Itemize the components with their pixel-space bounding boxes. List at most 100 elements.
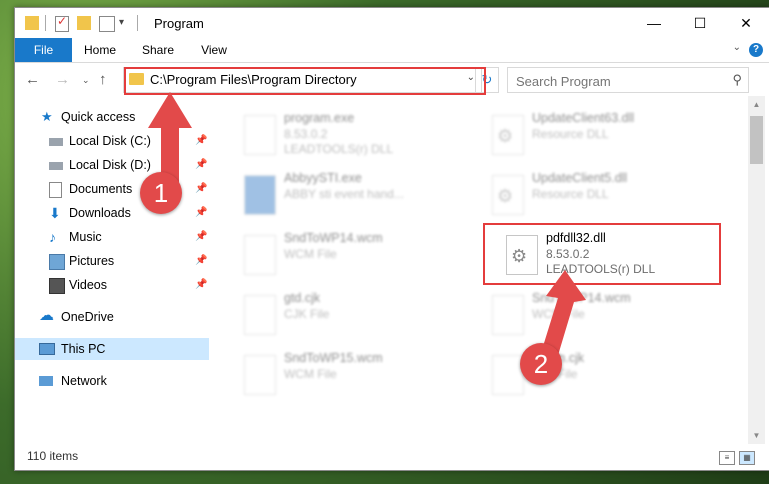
file-item[interactable]: gtd.cjk CJK File (238, 287, 478, 343)
chevron-down-icon[interactable]: ⌄ (82, 75, 90, 86)
window-title: Program (154, 16, 204, 31)
back-arrow-icon[interactable]: ← (25, 71, 40, 88)
minimize-button[interactable]: — (631, 8, 677, 38)
pictures-icon (49, 254, 65, 270)
refresh-icon: ↻ (481, 72, 493, 87)
sidebar-item-label: Quick access (61, 110, 136, 124)
address-path[interactable]: C:\Program Files\Program Directory (150, 72, 357, 87)
sidebar-item-label: Network (61, 374, 107, 388)
navigation-bar: ← → ⌄ ↑ C:\Program Files\Program Directo… (15, 63, 769, 95)
download-icon: ⬇ (49, 205, 61, 221)
sidebar-item-pictures[interactable]: Pictures 📌 (15, 250, 209, 272)
explorer-window: ✓ ▾ Program — ☐ ✕ File Home Share View ⌄… (14, 7, 769, 471)
sidebar-item-onedrive[interactable]: ☁ OneDrive (15, 306, 209, 328)
file-item[interactable]: AbbyySTI.exe ABBY sti event hand... (238, 167, 478, 223)
file-name: SndToWP15.wcm (284, 351, 383, 365)
file-name: UpdateClient63.dll (532, 111, 635, 125)
customize-icon[interactable] (99, 16, 115, 32)
file-item[interactable]: UpdateClient63.dll Resource DLL (486, 107, 726, 163)
videos-icon (49, 278, 65, 294)
pin-icon[interactable]: 📌 (195, 202, 207, 224)
scroll-up-icon[interactable]: ▲ (748, 96, 765, 113)
file-item[interactable]: SndToWP15.wcm WCM File (238, 347, 478, 403)
exe-file-icon (244, 115, 276, 155)
search-icon[interactable]: ⚲ (732, 72, 742, 88)
new-folder-icon[interactable] (77, 16, 91, 30)
sidebar-item-videos[interactable]: Videos 📌 (15, 274, 209, 296)
sidebar-item-this-pc[interactable]: This PC (15, 338, 209, 360)
chevron-down-icon[interactable]: ▾ (119, 17, 124, 33)
pin-icon[interactable]: 📌 (195, 250, 207, 272)
sidebar-item-label: Music (69, 230, 102, 244)
file-item[interactable]: UpdateClient5.dll Resource DLL (486, 167, 726, 223)
sidebar-item-label: Videos (69, 278, 107, 292)
tab-file[interactable]: File (15, 38, 72, 62)
forward-arrow-icon[interactable]: → (55, 71, 70, 88)
tab-share[interactable]: Share (133, 38, 183, 62)
search-input[interactable] (514, 70, 718, 92)
sidebar-item-label: Local Disk (D:) (69, 158, 151, 172)
status-item-count: 110 items (27, 449, 79, 463)
step-badge-2: 2 (520, 343, 562, 385)
file-name: gtd.cjk (284, 291, 321, 305)
scroll-down-icon[interactable]: ▼ (748, 427, 765, 444)
ribbon-tabs: File Home Share View ⌄ ? (15, 38, 769, 63)
search-box[interactable]: ⚲ (507, 67, 749, 93)
separator (45, 15, 46, 31)
file-name: AbbyySTI.exe (284, 171, 362, 185)
help-icon[interactable]: ? (749, 43, 763, 57)
pin-icon[interactable]: 📌 (195, 226, 207, 248)
file-description: ABBY sti event hand... (284, 187, 404, 201)
pin-icon[interactable]: 📌 (195, 274, 207, 296)
scroll-thumb[interactable] (750, 116, 763, 164)
details-view-icon[interactable]: ≡ (719, 451, 735, 465)
separator (137, 15, 138, 31)
computer-icon (39, 343, 55, 355)
file-type: Resource DLL (532, 187, 609, 201)
dll-file-icon (492, 175, 524, 215)
address-bar[interactable]: C:\Program Files\Program Directory ⌄ (123, 67, 482, 93)
sidebar-item-label: This PC (61, 342, 106, 356)
drive-icon (49, 162, 63, 170)
sidebar-item-downloads[interactable]: ⬇ Downloads 📌 (15, 202, 209, 224)
sidebar-item-label: Documents (69, 182, 133, 196)
sidebar-item-music[interactable]: ♪ Music 📌 (15, 226, 209, 248)
sidebar-item-label: OneDrive (61, 310, 114, 324)
refresh-button[interactable]: ↻ (475, 67, 499, 93)
chevron-down-icon[interactable]: ⌄ (467, 72, 475, 83)
file-version: 8.53.0.2 (284, 127, 328, 141)
dll-file-icon (506, 235, 538, 275)
tab-view[interactable]: View (189, 38, 239, 62)
music-icon: ♪ (49, 229, 56, 245)
properties-icon[interactable]: ✓ (55, 14, 69, 32)
network-icon (39, 376, 53, 386)
file-type: WCM File (284, 247, 337, 261)
folder-icon (25, 16, 39, 30)
drive-icon (49, 138, 63, 146)
file-type: Resource DLL (532, 127, 609, 141)
file-name: UpdateClient5.dll (532, 171, 628, 185)
star-icon: ★ (41, 109, 53, 124)
title-bar: ✓ ▾ Program — ☐ ✕ (15, 8, 769, 38)
folder-icon (129, 73, 144, 85)
up-arrow-icon[interactable]: ↑ (99, 71, 107, 88)
cloud-icon: ☁ (39, 307, 54, 324)
tiles-view-icon[interactable]: ▦ (739, 451, 755, 465)
tab-home[interactable]: Home (75, 38, 125, 62)
documents-icon (49, 182, 62, 198)
vertical-scrollbar[interactable]: ▲ ▼ (748, 96, 765, 444)
file-name: pdfdll32.dll (546, 231, 606, 245)
file-icon (244, 235, 276, 275)
close-button[interactable]: ✕ (723, 8, 769, 38)
sidebar-item-label: Local Disk (C:) (69, 134, 151, 148)
chevron-down-icon[interactable]: ⌄ (733, 42, 741, 53)
sidebar-item-network[interactable]: Network (15, 370, 209, 392)
step-badge-1: 1 (140, 172, 182, 214)
file-icon (244, 295, 276, 335)
file-description: LEADTOOLS(r) DLL (284, 142, 394, 156)
file-item[interactable]: SndToWP14.wcm WCM File (238, 227, 478, 283)
maximize-button[interactable]: ☐ (677, 8, 723, 38)
file-type: WCM File (284, 367, 337, 381)
file-version: 8.53.0.2 (546, 247, 590, 261)
file-item[interactable]: program.exe 8.53.0.2 LEADTOOLS(r) DLL (238, 107, 478, 163)
